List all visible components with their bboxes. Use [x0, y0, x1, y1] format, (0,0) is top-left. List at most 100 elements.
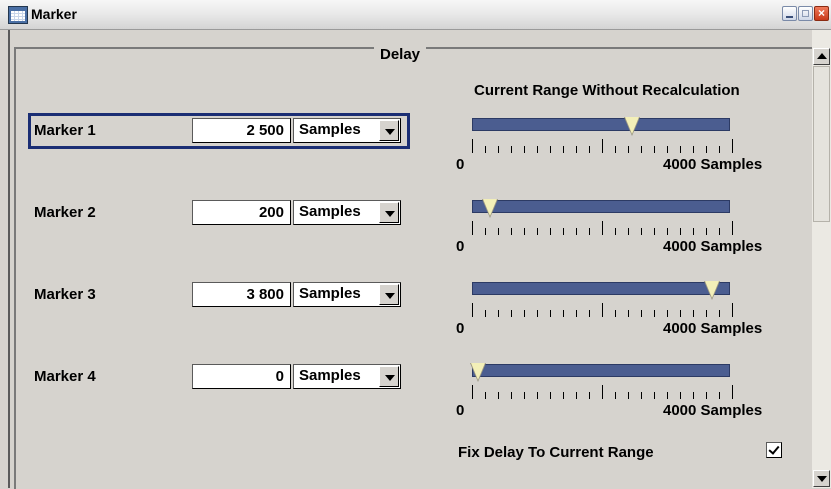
unit-select-value: Samples: [299, 367, 361, 384]
tick-mark: [719, 392, 720, 399]
marker-1-unit-select[interactable]: Samples: [293, 118, 401, 143]
tick-mark: [654, 228, 655, 235]
marker-3-delay-input[interactable]: 3 800: [192, 282, 291, 307]
tick-mark: [667, 310, 668, 317]
tick-mark: [589, 392, 590, 399]
marker-label: Marker 3: [34, 286, 96, 303]
chevron-down-icon[interactable]: [379, 202, 399, 223]
tick-mark: [550, 392, 551, 399]
maximize-icon[interactable]: [798, 6, 813, 21]
range-max: 4000 Samples: [663, 238, 763, 255]
range-ticks: [472, 219, 734, 235]
tick-mark: [563, 392, 564, 399]
chevron-down-icon[interactable]: [379, 284, 399, 305]
fix-delay-checkbox[interactable]: [766, 442, 782, 458]
tick-mark: [680, 310, 681, 317]
unit-select-value: Samples: [299, 121, 361, 138]
marker-3-unit-select[interactable]: Samples: [293, 282, 401, 307]
tick-mark: [537, 228, 538, 235]
minimize-icon[interactable]: [782, 6, 797, 21]
tick-mark: [680, 392, 681, 399]
tick-mark: [654, 146, 655, 153]
tick-mark: [576, 146, 577, 153]
tick-mark: [602, 139, 603, 153]
tick-mark: [563, 228, 564, 235]
range-max: 4000 Samples: [663, 402, 763, 419]
tick-mark: [524, 228, 525, 235]
tick-mark: [602, 221, 603, 235]
tick-mark: [706, 310, 707, 317]
tick-mark: [524, 310, 525, 317]
tick-mark: [472, 221, 473, 235]
unit-select-value: Samples: [299, 285, 361, 302]
range-title: Current Range Without Recalculation: [474, 82, 740, 99]
tick-mark: [719, 146, 720, 153]
range-min: 0: [456, 238, 465, 255]
table-grid-icon: [8, 6, 28, 24]
range-bar: [472, 118, 730, 131]
tick-mark: [511, 146, 512, 153]
range-marker: [471, 363, 485, 380]
close-icon[interactable]: ×: [814, 6, 829, 21]
tick-mark: [719, 228, 720, 235]
title-bar[interactable]: Marker ×: [0, 0, 831, 30]
tick-mark: [485, 146, 486, 153]
tick-mark: [485, 228, 486, 235]
scroll-up-icon[interactable]: [813, 48, 830, 65]
marker-label: Marker 2: [34, 204, 96, 221]
marker-2-unit-select[interactable]: Samples: [293, 200, 401, 225]
tick-mark: [615, 228, 616, 235]
marker-window: Marker × Delay Current Range Without Rec…: [0, 0, 831, 489]
tick-mark: [628, 392, 629, 399]
marker-2-delay-input[interactable]: 200: [192, 200, 291, 225]
range-marker: [704, 281, 719, 298]
tick-mark: [537, 392, 538, 399]
tick-mark: [706, 392, 707, 399]
tick-mark: [511, 310, 512, 317]
tick-mark: [550, 228, 551, 235]
tick-mark: [628, 310, 629, 317]
tick-mark: [498, 228, 499, 235]
range-max: 4000 Samples: [663, 156, 763, 173]
range-ticks: [472, 137, 734, 153]
range-max: 4000 Samples: [663, 320, 763, 337]
tick-mark: [706, 146, 707, 153]
scrollbar-thumb[interactable]: [813, 66, 830, 222]
chevron-down-icon[interactable]: [379, 120, 399, 141]
chevron-down-icon[interactable]: [379, 366, 399, 387]
tick-mark: [732, 303, 733, 317]
tick-mark: [537, 310, 538, 317]
tick-mark: [628, 228, 629, 235]
range-bar: [472, 200, 730, 213]
unit-select-value: Samples: [299, 203, 361, 220]
tick-mark: [732, 385, 733, 399]
marker-4-delay-input[interactable]: 0: [192, 364, 291, 389]
window-title: Marker: [31, 6, 77, 22]
tick-mark: [641, 310, 642, 317]
marker-1-delay-input[interactable]: 2 500: [192, 118, 291, 143]
tick-mark: [628, 146, 629, 153]
tick-mark: [693, 146, 694, 153]
tick-mark: [576, 228, 577, 235]
scroll-down-icon[interactable]: [813, 470, 830, 487]
group-title: Delay: [374, 46, 427, 63]
marker-4-unit-select[interactable]: Samples: [293, 364, 401, 389]
range-min: 0: [456, 402, 465, 419]
tick-mark: [589, 146, 590, 153]
tick-mark: [680, 146, 681, 153]
tick-mark: [615, 146, 616, 153]
tick-mark: [615, 392, 616, 399]
tick-mark: [680, 228, 681, 235]
fix-delay-label: Fix Delay To Current Range: [458, 444, 654, 461]
range-marker: [624, 117, 639, 134]
tick-mark: [472, 303, 473, 317]
range-min: 0: [456, 320, 465, 337]
tick-mark: [719, 310, 720, 317]
tick-mark: [706, 228, 707, 235]
tick-mark: [641, 146, 642, 153]
tick-mark: [615, 310, 616, 317]
tick-mark: [511, 392, 512, 399]
vertical-scrollbar[interactable]: [812, 30, 831, 488]
tick-mark: [524, 392, 525, 399]
marker-label: Marker 4: [34, 368, 96, 385]
